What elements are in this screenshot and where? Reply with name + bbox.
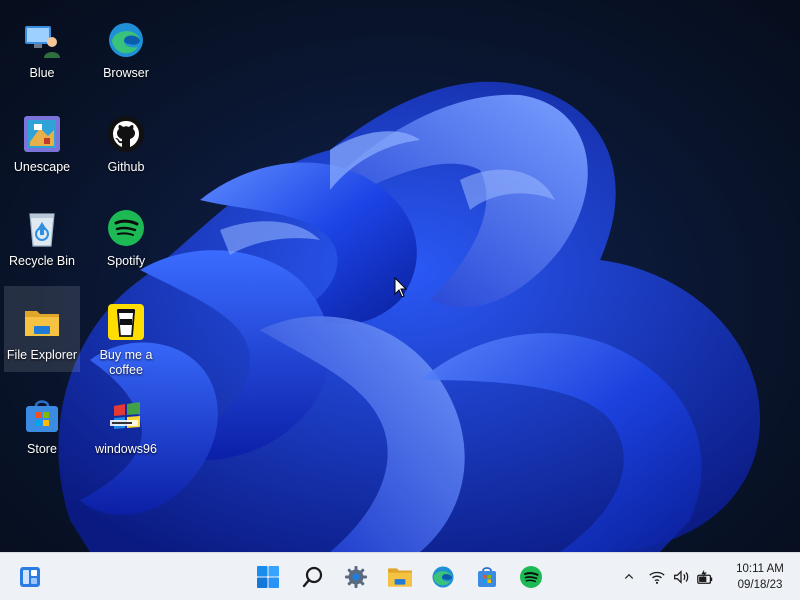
taskbar-spotify[interactable] xyxy=(513,559,549,595)
desktop-icon-label: Github xyxy=(107,160,145,174)
desktop-icon-spotify[interactable]: Spotify xyxy=(88,192,164,278)
desktop-icon-label: File Explorer xyxy=(6,348,78,362)
widgets-button[interactable] xyxy=(12,559,48,595)
mouse-pointer-icon xyxy=(394,277,408,298)
taskbar-store[interactable] xyxy=(469,559,505,595)
taskbar: 10:11 AM 09/18/23 xyxy=(0,552,800,600)
show-hidden-icons-button[interactable] xyxy=(619,567,639,587)
desktop-icon-browser[interactable]: Browser xyxy=(88,4,164,90)
edge-icon xyxy=(109,23,143,57)
desktop-icon-github[interactable]: Github xyxy=(88,98,164,184)
unescape-icon xyxy=(24,116,60,152)
desktop-icon-unescape[interactable]: Unescape xyxy=(4,98,80,184)
volume-button[interactable] xyxy=(671,567,691,587)
desktop-icon-store[interactable]: Store xyxy=(4,380,80,466)
github-icon xyxy=(108,116,144,152)
widgets-icon xyxy=(20,567,40,587)
volume-icon xyxy=(674,570,689,584)
taskbar-edge-browser[interactable] xyxy=(425,559,461,595)
desktop-icon-label: Buy me a coffee xyxy=(99,348,153,377)
system-clock[interactable]: 10:11 AM 09/18/23 xyxy=(730,561,790,593)
start-icon xyxy=(257,566,279,588)
desktop[interactable]: Blue Browser Unescape Github Recycle Bin… xyxy=(0,0,800,552)
windows96-icon xyxy=(110,402,140,429)
store-icon xyxy=(26,400,58,432)
user-computer-icon xyxy=(25,26,60,58)
desktop-icon-label: Browser xyxy=(103,66,149,80)
chevron-up-icon xyxy=(624,573,634,579)
battery-icon xyxy=(697,569,713,584)
spotify-icon xyxy=(108,210,144,246)
recycle-bin-icon xyxy=(29,213,55,247)
network-button[interactable] xyxy=(647,567,667,587)
folder-icon xyxy=(388,568,412,587)
search-button[interactable] xyxy=(295,559,331,595)
search-icon xyxy=(302,566,323,588)
desktop-icon-label: Store xyxy=(27,442,57,456)
clock-date: 09/18/23 xyxy=(737,579,783,591)
folder-icon xyxy=(25,311,59,336)
start-button[interactable] xyxy=(250,559,286,595)
settings-button[interactable] xyxy=(338,559,374,595)
settings-gear-icon xyxy=(345,566,367,588)
desktop-icon-label: Spotify xyxy=(106,254,146,268)
wifi-icon xyxy=(649,571,665,584)
desktop-icon-label: Blue xyxy=(29,66,55,80)
desktop-icon-recycle-bin[interactable]: Recycle Bin xyxy=(4,192,80,278)
desktop-icon-blue[interactable]: Blue xyxy=(4,4,80,90)
battery-button[interactable] xyxy=(695,567,715,587)
clock-time: 10:11 AM xyxy=(736,563,784,575)
store-icon xyxy=(478,567,496,587)
desktop-icon-label: windows96 xyxy=(95,442,157,456)
desktop-icon-label: Unescape xyxy=(13,160,71,174)
desktop-icon-buy-me-a-coffee[interactable]: Buy me a coffee xyxy=(88,286,164,377)
taskbar-file-explorer[interactable] xyxy=(382,559,418,595)
coffee-cup-icon xyxy=(108,304,144,340)
edge-icon xyxy=(432,566,454,588)
spotify-icon xyxy=(520,566,542,588)
desktop-icon-label: Recycle Bin xyxy=(9,254,75,268)
desktop-icon-windows96[interactable]: windows96 xyxy=(88,380,164,466)
desktop-icon-file-explorer[interactable]: File Explorer xyxy=(4,286,80,372)
